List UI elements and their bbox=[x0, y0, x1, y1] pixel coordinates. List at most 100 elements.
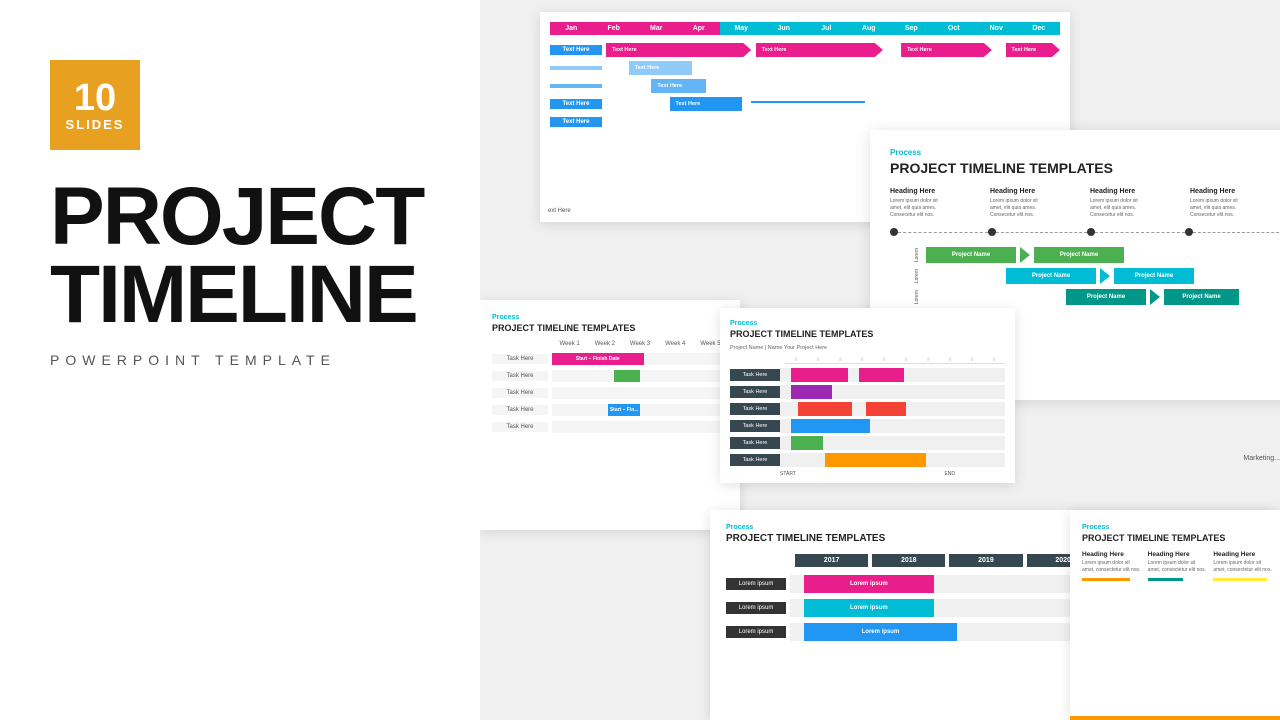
week-4: Week 4 bbox=[658, 341, 693, 347]
gantt-line-4 bbox=[751, 101, 865, 103]
slide7-t2: Lorem ipsum dolor sit amet, consectetur … bbox=[1148, 560, 1208, 574]
slide7-t1: Lorem ipsum dolor sit amet, consectetur … bbox=[1082, 560, 1142, 574]
g4-label-3: Task Here bbox=[730, 403, 780, 415]
month-dec: Dec bbox=[1018, 22, 1061, 35]
slide7-t3: Lorem ipsum dolor sit amet, consectetur … bbox=[1213, 560, 1273, 574]
badge-number: 10 bbox=[74, 79, 116, 117]
slide-7: Process PROJECT TIMELINE TEMPLATES Headi… bbox=[1070, 510, 1280, 720]
g4-area-3 bbox=[780, 402, 1005, 416]
lorem-label-3: Lorem bbox=[890, 290, 920, 304]
proj-bar-text-1a: Project Name bbox=[952, 252, 990, 258]
yr5-label-1: Lorem ipsum bbox=[726, 578, 786, 590]
title-line2: TIMELINE bbox=[50, 256, 423, 334]
heading-1: Heading Here bbox=[890, 188, 990, 195]
month-jun: Jun bbox=[763, 22, 806, 35]
yr-col-many: | | | | | | | | | | bbox=[785, 356, 1005, 364]
g4-bar-5 bbox=[791, 436, 823, 450]
task-bar-1: Start – Finish Date bbox=[552, 353, 644, 365]
gantt-bar-3a: Text Here bbox=[651, 79, 705, 93]
gantt-bar-4a: Text Here bbox=[670, 97, 743, 111]
gantt-row-2: Text Here bbox=[550, 59, 1060, 77]
task-bar-area-3 bbox=[552, 387, 728, 399]
slide7-bar-3 bbox=[1213, 578, 1267, 581]
slide4-title: PROJECT TIMELINE TEMPLATES bbox=[730, 329, 1005, 339]
project-row-3: Lorem Project Name Project Name bbox=[890, 289, 1280, 305]
task-bar-text-4: Start – Fin... bbox=[610, 407, 639, 413]
slide7-columns: Heading Here Lorem ipsum dolor sit amet,… bbox=[1082, 551, 1273, 581]
badge: 10 SLIDES bbox=[50, 60, 140, 150]
lorem-label-2: Lorem bbox=[890, 269, 920, 283]
left-panel: 10 SLIDES PROJECT TIMELINE POWERPOINT TE… bbox=[0, 0, 480, 720]
yr5-2018: 2018 bbox=[872, 554, 945, 567]
line-1 bbox=[898, 232, 988, 233]
g4-area-2 bbox=[780, 385, 1005, 399]
badge-slides: SLIDES bbox=[66, 117, 125, 132]
g4-bar-3b bbox=[866, 402, 907, 416]
proj-bar-3a: Project Name bbox=[1066, 289, 1146, 305]
proj-bar-1a: Project Name bbox=[926, 247, 1016, 263]
gantt-bar-1c: Text Here bbox=[901, 43, 992, 57]
start-end: START END bbox=[730, 471, 1005, 477]
yr5-label-3: Lorem ipsum bbox=[726, 626, 786, 638]
slide-4: Process PROJECT TIMELINE TEMPLATES Proje… bbox=[720, 308, 1015, 483]
gantt-bar-2a: Text Here bbox=[629, 61, 693, 75]
gantt-label-5: Text Here bbox=[550, 117, 602, 127]
text-2: Lorem ipsum dolor sitamet, elit quia ame… bbox=[990, 198, 1090, 219]
month-may: May bbox=[720, 22, 763, 35]
slide3-title: PROJECT TIMELINE TEMPLATES bbox=[492, 323, 728, 333]
text-3: Lorem ipsum dolor sitamet, elit quia ame… bbox=[1090, 198, 1190, 219]
task-bar-2 bbox=[614, 370, 640, 382]
year-header: | | | | | | | | | | bbox=[730, 356, 1005, 364]
bar-label-2a: Text Here bbox=[635, 65, 660, 71]
gantt-label-2 bbox=[550, 66, 602, 70]
gantt-months: Jan Feb Mar Apr May Jun Jul Aug Sep Oct … bbox=[550, 22, 1060, 35]
year-spacer bbox=[730, 356, 785, 364]
week-1: Week 1 bbox=[552, 341, 587, 347]
g4-bar-2 bbox=[791, 385, 832, 399]
dot-2 bbox=[988, 228, 996, 236]
proj-bar-1b: Project Name bbox=[1034, 247, 1124, 263]
yr5-2019: 2019 bbox=[949, 554, 1022, 567]
project-bars-1: Project Name Project Name bbox=[926, 247, 1124, 263]
timeline-line-row bbox=[890, 227, 1280, 237]
month-apr: Apr bbox=[678, 22, 721, 35]
bar-label-1c: Text Here bbox=[907, 47, 932, 53]
task-row-3: Task Here bbox=[492, 387, 728, 399]
gantt-bar-1a: Text Here bbox=[606, 43, 751, 57]
yr5-bar-1: Lorem ipsum bbox=[804, 575, 934, 593]
task-row-1: Task Here Start – Finish Date bbox=[492, 353, 728, 365]
gantt-bar-1d: Text Here bbox=[1006, 43, 1060, 57]
task-label-5: Task Here bbox=[492, 422, 548, 432]
slide7-col-2: Heading Here Lorem ipsum dolor sit amet,… bbox=[1148, 551, 1208, 581]
month-oct: Oct bbox=[933, 22, 976, 35]
g4-area-4 bbox=[780, 419, 1005, 433]
proj-bar-text-3a: Project Name bbox=[1087, 294, 1125, 300]
title-main: PROJECT TIMELINE bbox=[50, 178, 423, 334]
dot-4 bbox=[1185, 228, 1193, 236]
line-3 bbox=[1095, 232, 1185, 233]
gantt-label-1: Text Here bbox=[550, 45, 602, 55]
tick-marks: | | | | | | | | | | bbox=[785, 356, 1005, 361]
slide7-bottom-bar bbox=[1070, 716, 1280, 720]
title-line1: PROJECT bbox=[50, 178, 423, 256]
gantt-bar-area-2: Text Here bbox=[606, 59, 1060, 77]
month-jan: Jan bbox=[550, 22, 593, 35]
bar-label-1a: Text Here bbox=[612, 47, 637, 53]
gantt-bar-1b: Text Here bbox=[756, 43, 883, 57]
marketing-label: Marketing... bbox=[1243, 455, 1280, 462]
heading-col-4: Heading Here Lorem ipsum dolor sitamet, … bbox=[1190, 188, 1280, 219]
timeline-headings: Heading Here Lorem ipsum dolor sitamet, … bbox=[890, 188, 1280, 219]
gantt-bar-area-4: Text Here bbox=[606, 95, 1060, 113]
subtitle: POWERPOINT TEMPLATE bbox=[50, 352, 336, 368]
slides-area: Jan Feb Mar Apr May Jun Jul Aug Sep Oct … bbox=[480, 0, 1280, 720]
task-label-1: Task Here bbox=[492, 354, 548, 364]
gantt4-row-4: Task Here bbox=[730, 419, 1005, 433]
project-row-1: Lorem Project Name Project Name bbox=[890, 247, 1280, 263]
heading-col-2: Heading Here Lorem ipsum dolor sitamet, … bbox=[990, 188, 1090, 219]
gantt-bar-area-5 bbox=[606, 113, 1060, 131]
gantt4-row-3: Task Here bbox=[730, 402, 1005, 416]
slide2-title: PROJECT TIMELINE TEMPLATES bbox=[890, 160, 1280, 176]
task-bar-area-5 bbox=[552, 421, 728, 433]
month-jul: Jul bbox=[805, 22, 848, 35]
yr5-bar-2: Lorem ipsum bbox=[804, 599, 934, 617]
